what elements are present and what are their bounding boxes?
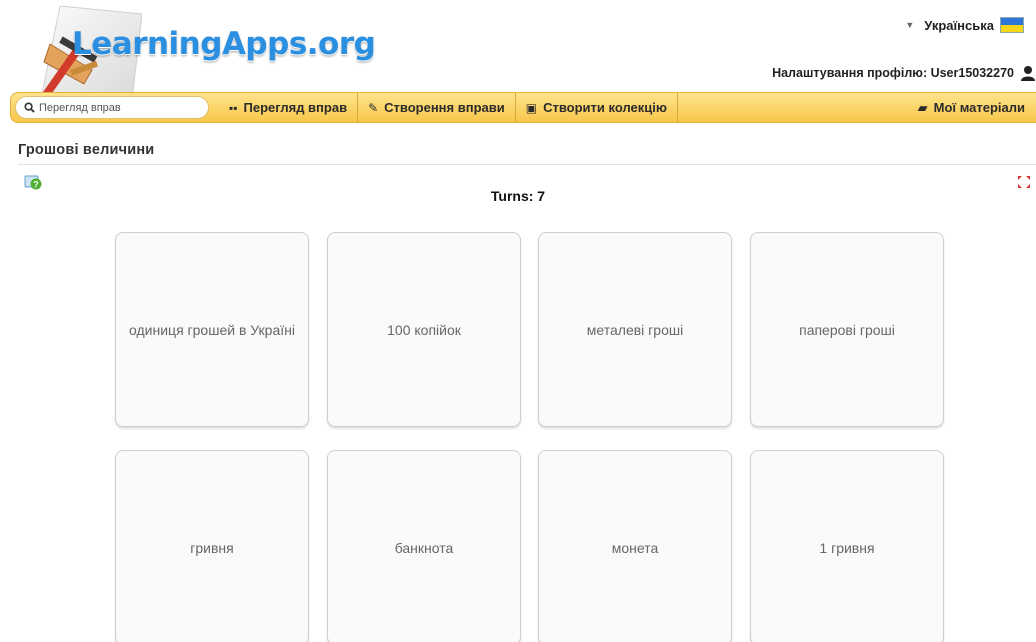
page-title: Грошові величини	[18, 142, 155, 158]
grid-icon: ▪▪	[229, 100, 238, 115]
language-label: Українська	[924, 17, 994, 33]
search-box[interactable]	[15, 96, 209, 119]
memory-card[interactable]: паперові гроші	[750, 232, 944, 427]
nav-my-materials-label: Мої матеріали	[933, 100, 1025, 115]
memory-card[interactable]: 1 гривня	[750, 450, 944, 642]
collection-icon: ▣	[525, 100, 538, 115]
pencil-icon: ✎	[368, 100, 379, 115]
main-navbar: ▪▪ Перегляд вправ ✎ Створення вправи ▣ С…	[10, 92, 1036, 123]
nav-browse-label: Перегляд вправ	[243, 100, 348, 115]
memory-card[interactable]: монета	[538, 450, 732, 642]
search-input[interactable]	[39, 101, 199, 114]
nav-create-collection[interactable]: ▣ Створити колекцію	[516, 93, 678, 122]
header: LearningApps.org ▼ Українська Налаштуван…	[0, 0, 1036, 100]
search-icon	[24, 102, 35, 113]
nav-create-exercise[interactable]: ✎ Створення вправи	[358, 93, 516, 122]
profile-settings-link[interactable]: Налаштування профілю: User15032270	[772, 65, 1036, 81]
profile-label: Налаштування профілю: User15032270	[772, 66, 1014, 80]
user-icon	[1021, 66, 1035, 81]
memory-card[interactable]: металеві гроші	[538, 232, 732, 427]
nav-collection-label: Створити колекцію	[543, 100, 667, 115]
turns-counter: Turns: 7	[490, 188, 546, 204]
nav-my-materials[interactable]: ▰ Мої матеріали	[918, 100, 1036, 116]
memory-card[interactable]: банкнота	[327, 450, 521, 642]
fullscreen-icon[interactable]	[1017, 175, 1031, 189]
nav-browse-exercises[interactable]: ▪▪ Перегляд вправ	[219, 93, 359, 122]
memory-card[interactable]: одиниця грошей в Україні	[115, 232, 309, 427]
dropdown-triangle-icon: ▼	[905, 20, 915, 30]
ukraine-flag-icon	[1000, 17, 1024, 33]
nav-create-label: Створення вправи	[384, 100, 505, 115]
language-selector[interactable]: ▼ Українська	[905, 17, 1024, 33]
logo-text[interactable]: LearningApps.org	[72, 26, 376, 62]
folder-icon: ▰	[917, 99, 928, 115]
memory-card[interactable]: гривня	[115, 450, 309, 642]
memory-card[interactable]: 100 копійок	[327, 232, 521, 427]
title-divider	[18, 164, 1036, 165]
